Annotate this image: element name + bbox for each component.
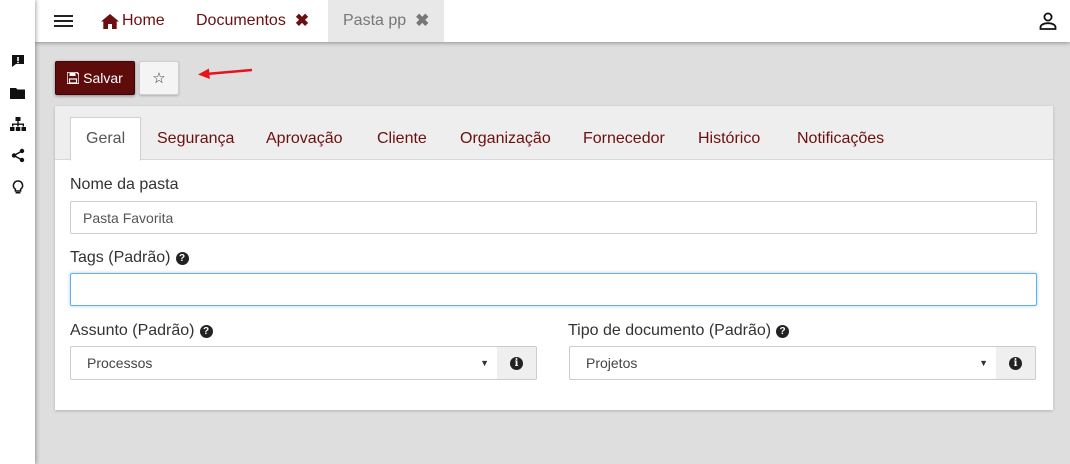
tab-documentos-label: Documentos [196, 12, 286, 29]
subject-select[interactable]: Processos ▼ [70, 346, 498, 380]
tab-pasta-pp-label: Pasta pp [343, 12, 407, 29]
annotation-arrow [198, 68, 253, 79]
tab-historico[interactable]: Histórico [698, 117, 760, 161]
tags-field[interactable] [70, 273, 1037, 306]
doctype-label-text: Tipo de documento (Padrão) [568, 322, 772, 339]
doctype-select[interactable]: Projetos ▼ [569, 346, 997, 380]
tab-pasta-pp[interactable]: Pasta pp ✖ [328, 0, 444, 42]
tab-home[interactable]: Home [101, 0, 165, 42]
user-icon[interactable] [1038, 11, 1058, 31]
close-tab-icon[interactable]: ✖ [295, 11, 309, 31]
folder-name-field[interactable]: Pasta Favorita [70, 201, 1037, 234]
comment-alert-icon[interactable] [9, 52, 26, 69]
chevron-down-icon: ▼ [979, 358, 988, 368]
tab-cliente[interactable]: Cliente [377, 117, 427, 161]
tab-geral[interactable]: Geral [70, 117, 142, 161]
tags-label: Tags (Padrão) ? [70, 249, 189, 267]
subject-label-text: Assunto (Padrão) [70, 322, 195, 339]
folder-name-label-text: Nome da pasta [70, 176, 179, 193]
tab-fornecedor[interactable]: Fornecedor [583, 117, 665, 161]
info-icon: i [1009, 356, 1022, 370]
tab-notificacoes[interactable]: Notificações [797, 117, 884, 161]
share-icon[interactable] [9, 147, 26, 164]
folder-icon[interactable] [9, 84, 26, 101]
subject-info-button[interactable]: i [497, 346, 537, 380]
tab-home-label: Home [122, 12, 165, 29]
favorite-button[interactable]: ☆ [139, 61, 179, 95]
tags-label-text: Tags (Padrão) [70, 249, 171, 266]
info-icon: i [510, 356, 523, 370]
form-panel: Geral Segurança Aprovação Cliente Organi… [55, 106, 1053, 410]
top-bar: Home Documentos ✖ Pasta pp ✖ [35, 0, 1070, 42]
chevron-down-icon: ▼ [480, 358, 489, 368]
folder-name-label: Nome da pasta [70, 176, 179, 194]
save-button-label: Salvar [83, 70, 123, 86]
sitemap-icon[interactable] [9, 116, 26, 133]
left-rail [0, 0, 35, 464]
close-tab-icon[interactable]: ✖ [415, 11, 429, 31]
floppy-disk-icon [67, 72, 80, 84]
folder-name-value: Pasta Favorita [83, 209, 174, 226]
tab-organizacao[interactable]: Organização [460, 117, 551, 161]
doctype-label: Tipo de documento (Padrão) ? [568, 322, 790, 340]
tab-aprovacao[interactable]: Aprovação [266, 117, 343, 161]
star-icon: ☆ [152, 70, 166, 87]
help-icon[interactable]: ? [776, 324, 790, 338]
lightbulb-icon[interactable] [9, 179, 26, 196]
help-icon[interactable]: ? [199, 324, 213, 338]
subject-label: Assunto (Padrão) ? [70, 322, 213, 340]
doctype-value: Projetos [586, 355, 638, 371]
help-icon[interactable]: ? [175, 251, 189, 265]
home-icon [101, 13, 119, 29]
subject-value: Processos [87, 355, 153, 371]
form-tabs: Geral Segurança Aprovação Cliente Organi… [55, 106, 1053, 161]
hamburger-icon[interactable] [54, 11, 76, 31]
doctype-info-button[interactable]: i [996, 346, 1036, 380]
save-button[interactable]: Salvar [55, 61, 135, 95]
tab-documentos[interactable]: Documentos ✖ [196, 0, 309, 42]
tab-seguranca[interactable]: Segurança [157, 117, 234, 161]
